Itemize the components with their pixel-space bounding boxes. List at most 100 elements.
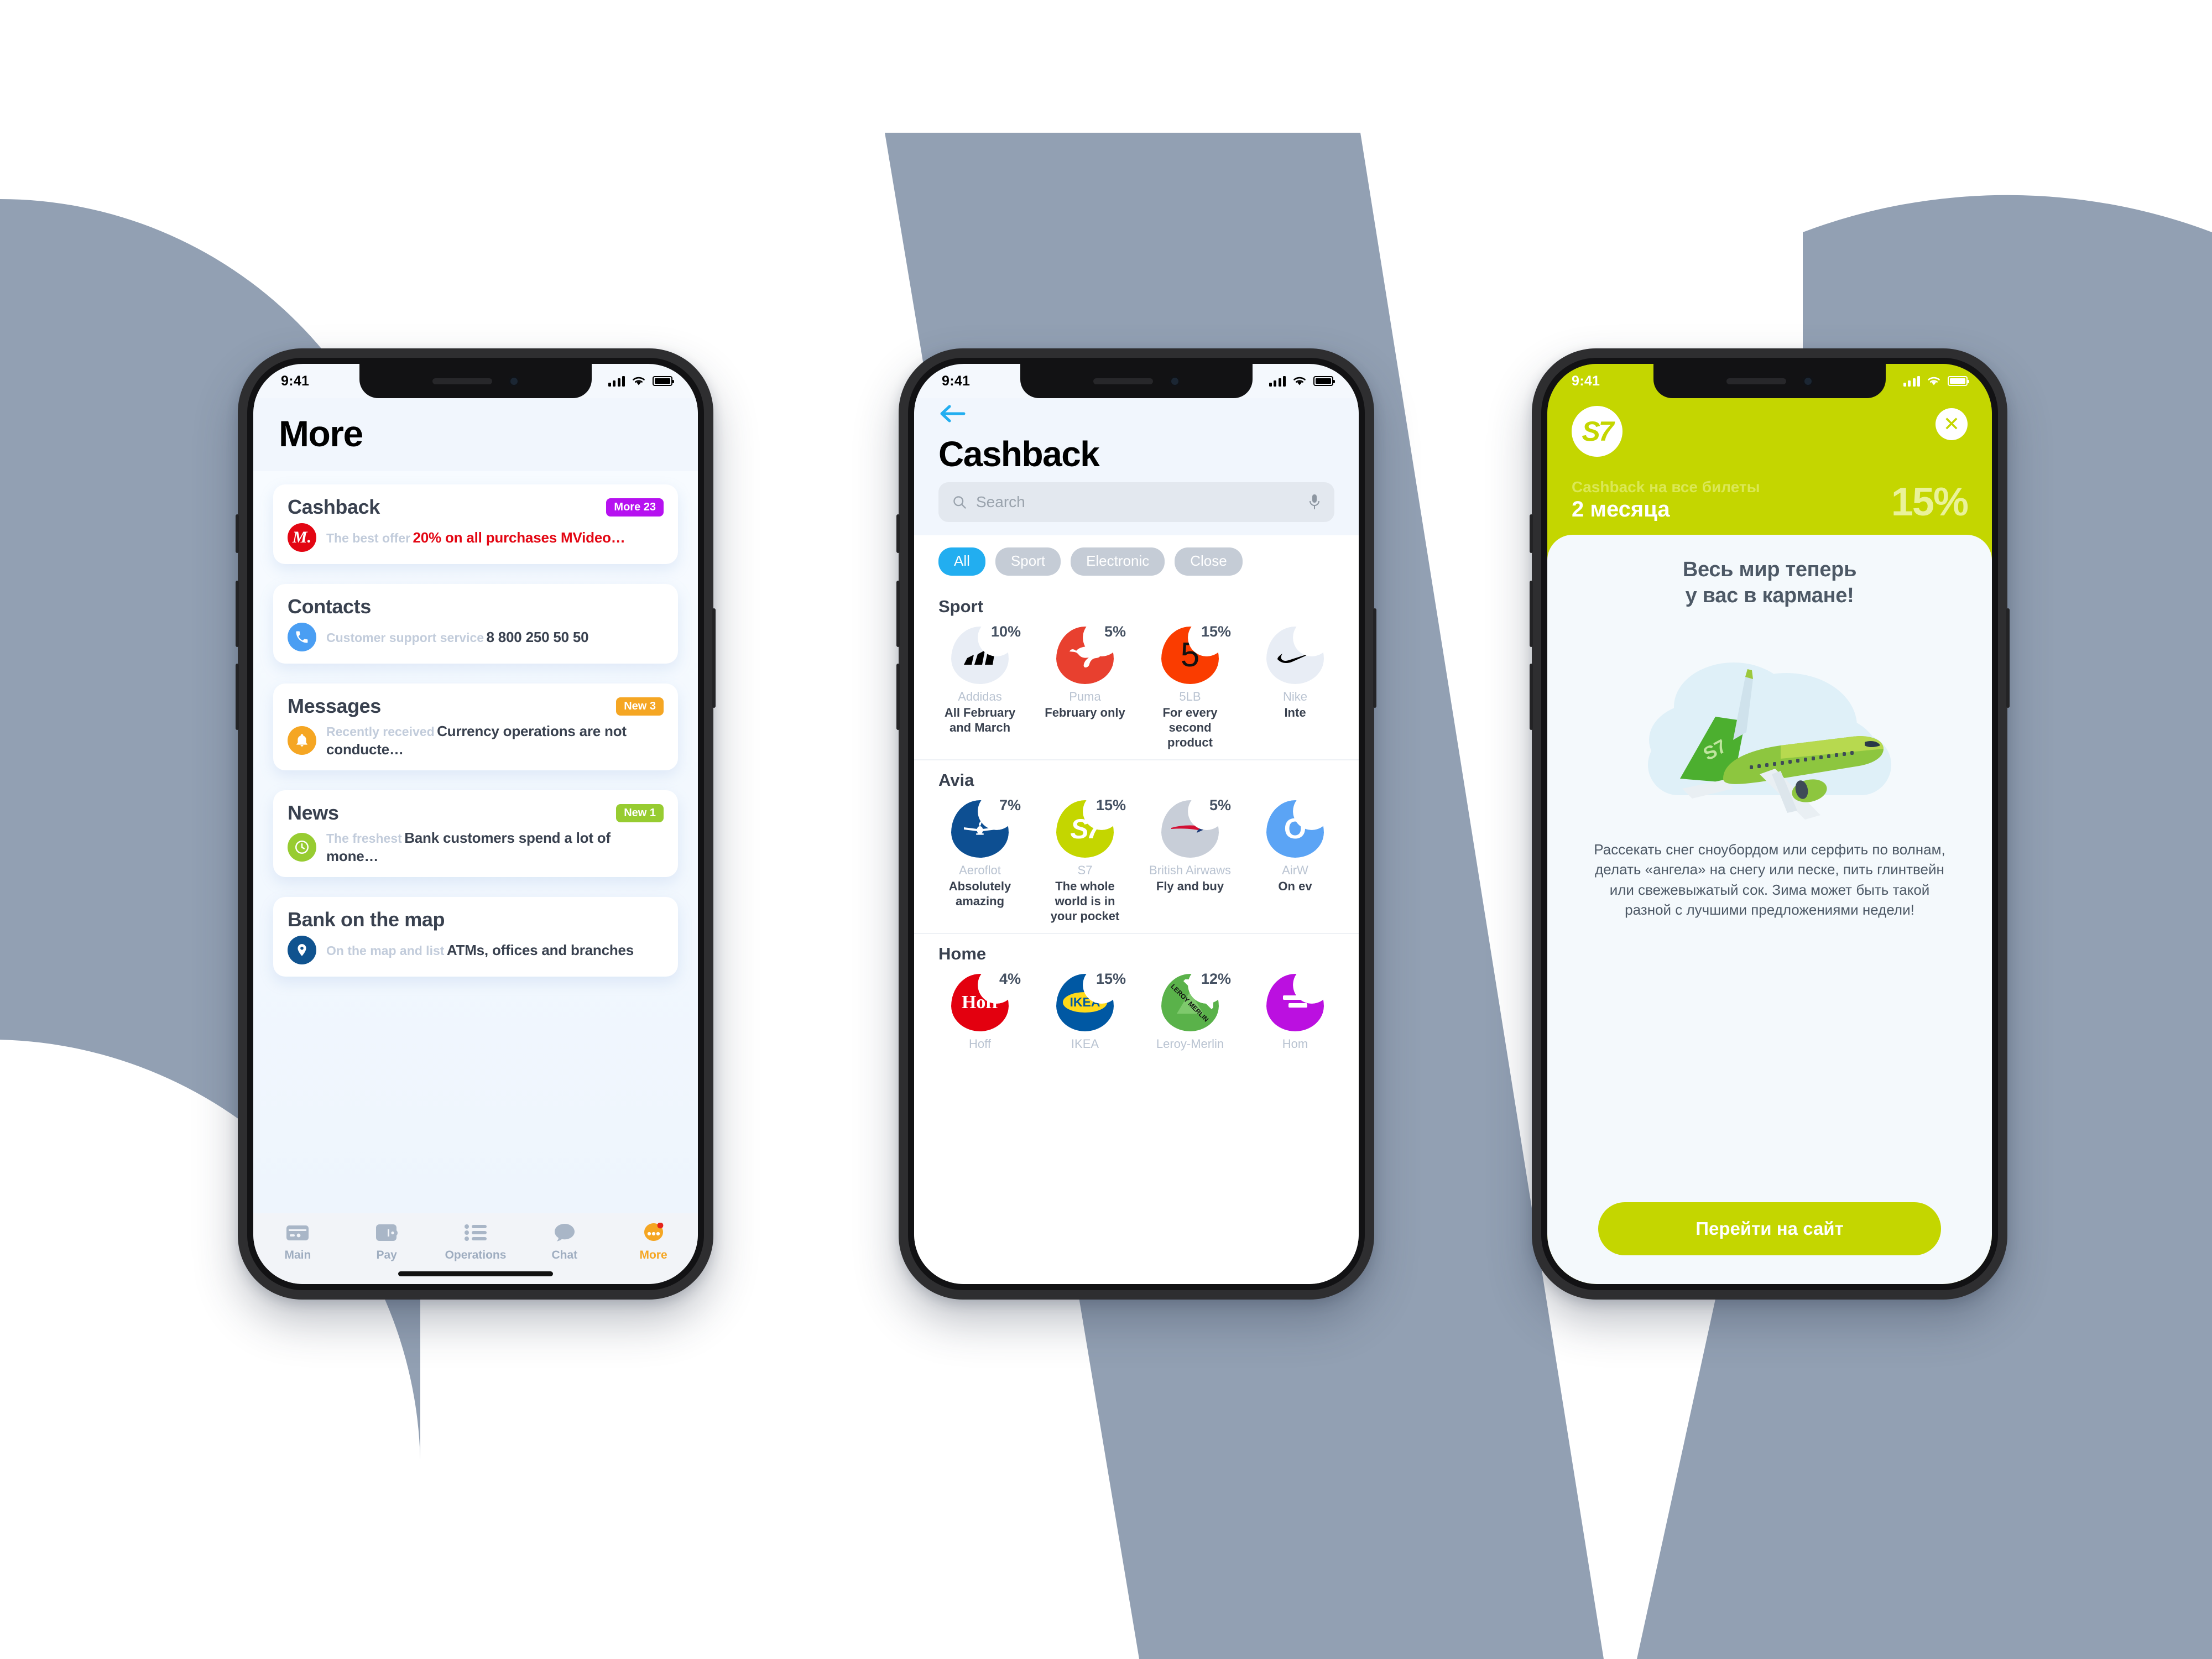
front-camera [508, 375, 519, 387]
merchant-name: Leroy-Merlin [1156, 1036, 1224, 1051]
card-title: Cashback [288, 495, 380, 518]
list-item[interactable]: Messages New 3 Recently received Currenc… [273, 684, 678, 770]
wifi-icon [1293, 377, 1306, 385]
card-detail: 20% on all purchases MVideo… [413, 529, 625, 546]
clock-icon [288, 832, 316, 862]
more-dots-icon [643, 1221, 664, 1244]
go-to-site-button[interactable]: Перейти на сайт [1598, 1202, 1941, 1255]
close-icon[interactable]: ✕ [1936, 408, 1968, 440]
card-subtitle: The best offer [326, 530, 411, 545]
section-avia: Avia 7% Aeroflot Absolutely amazing S7 1… [914, 759, 1359, 933]
cashback-percent: 10% [990, 623, 1021, 640]
search-input[interactable]: Search [938, 482, 1334, 522]
merchant-offer: February only [1045, 706, 1125, 720]
merchant-tile[interactable]: Hoff 4% Hoff [938, 971, 1021, 1053]
s7-logo: S7 [1572, 406, 1623, 457]
map-pin-icon [288, 936, 316, 964]
phone-more-screen: 9:41 More Cashback More 23 M. The best o… [236, 348, 716, 1300]
cellular-signal-icon [1269, 375, 1286, 387]
cashback-percent: 5% [1104, 623, 1126, 640]
british-airways-logo: 5% [1161, 797, 1231, 858]
merchant-name: 5LB [1179, 690, 1201, 703]
list-item[interactable]: News New 1 The freshest Bank customers s… [273, 790, 678, 877]
cellular-signal-icon [1903, 375, 1920, 387]
merchant-tile[interactable]: S7 15% S7 The whole world is in your poc… [1044, 796, 1126, 924]
tab-label: Operations [445, 1249, 507, 1261]
puma-logo: 5% [1056, 623, 1126, 684]
chip-electronic[interactable]: Electronic [1071, 547, 1165, 576]
merchant-tile[interactable]: 7% Aeroflot Absolutely amazing [938, 797, 1021, 924]
merchant-offer: On ev [1278, 879, 1312, 894]
merchant-tile[interactable]: 10% Addidas All February and March [938, 623, 1021, 750]
promo-sheet: Весь мир теперь у вас в кармане! S7 Расс… [1547, 534, 1992, 1284]
cashback-percent: 15% [1095, 796, 1126, 813]
status-badge: New 1 [616, 804, 664, 822]
chip-close[interactable]: Close [1175, 547, 1243, 576]
search-icon [953, 496, 966, 509]
tab-chat[interactable]: Chat [520, 1221, 609, 1262]
merchant-name: AirW [1282, 863, 1308, 877]
section-sport: Sport 10% Addidas All February and March [914, 587, 1359, 759]
section-title: Sport [938, 597, 983, 616]
phone-icon [288, 623, 316, 651]
device-notch [1653, 364, 1886, 398]
search-placeholder: Search [976, 493, 1025, 510]
phone-cashback-screen: 9:41 Cashback Search All Sport Electroni… [896, 348, 1376, 1300]
merchant-tile[interactable]: IKEA 15% IKEA [1044, 970, 1126, 1053]
card-title: Contacts [288, 595, 371, 618]
merchant-name: IKEA [1071, 1036, 1099, 1051]
merchant-offer: For every second product [1162, 706, 1218, 750]
merchant-name: S7 [1077, 863, 1093, 877]
list-item[interactable]: Contacts Customer support service 8 800 … [273, 584, 678, 664]
merchant-tile[interactable]: Nike Inte [1254, 627, 1337, 750]
card-detail: ATMs, offices and branches [446, 941, 634, 958]
bell-icon [288, 726, 316, 755]
tab-more[interactable]: More [609, 1221, 698, 1262]
cashback-percent: 12% [1201, 970, 1231, 987]
promo-eyebrow: Cashback на все билеты [1572, 478, 1760, 495]
earpiece-speaker [432, 378, 492, 384]
card-title: News [288, 801, 339, 824]
page-header: More [253, 398, 698, 471]
section-title: Home [938, 943, 987, 963]
chip-all[interactable]: All [938, 547, 985, 576]
chip-sport[interactable]: Sport [995, 547, 1061, 576]
card-subtitle: The freshest [326, 831, 402, 846]
airways-logo: O [1266, 800, 1324, 858]
card-subtitle: Customer support service [326, 630, 484, 645]
s7-logo-text: S7 [1582, 416, 1614, 447]
aeroflot-logo: 7% [951, 797, 1021, 858]
page-title: Cashback [938, 434, 1100, 474]
merchant-name: Nike [1282, 690, 1307, 703]
list-item[interactable]: Bank on the map On the map and list ATMs… [273, 897, 678, 977]
cashback-percent: 15% [1095, 970, 1126, 987]
home-indicator[interactable] [398, 1271, 553, 1276]
mvideo-logo: M. [288, 523, 316, 552]
cashback-percent: 15% [1201, 623, 1231, 640]
s7-airplane-illustration: S7 [1576, 613, 1963, 834]
front-camera [1802, 375, 1813, 387]
promo-body-text: Рассекать снег сноубордом или серфить по… [1594, 841, 1945, 918]
tab-label: Chat [551, 1249, 578, 1261]
card-title: Messages [288, 695, 381, 717]
chat-bubble-icon [554, 1221, 575, 1244]
microphone-icon[interactable] [1308, 494, 1321, 510]
category-filter-chips: All Sport Electronic Close [914, 535, 1359, 587]
merchant-tile[interactable]: LEROY MERLIN 12% Leroy-Merlin [1149, 970, 1232, 1053]
merchant-tile[interactable]: 5% Puma February only [1044, 623, 1126, 750]
merchant-tile[interactable]: 5 15% 5LB For every second product [1149, 623, 1232, 750]
list-item[interactable]: Cashback More 23 M. The best offer 20% o… [273, 484, 678, 564]
merchant-name: British Airwaws [1149, 863, 1231, 877]
merchant-tile[interactable]: O AirW On ev [1254, 800, 1337, 924]
status-time: 9:41 [942, 373, 971, 389]
tab-operations[interactable]: Operations [431, 1221, 520, 1262]
card-title: Bank on the map [288, 908, 445, 931]
battery-icon [1313, 376, 1335, 386]
merchant-tile[interactable]: 5% British Airwaws Fly and buy [1149, 797, 1232, 924]
merchant-tile[interactable]: Hom [1254, 973, 1337, 1053]
status-badge: More 23 [606, 498, 664, 517]
tab-main[interactable]: Main [253, 1221, 342, 1262]
wifi-icon [633, 377, 645, 385]
arrow-left-icon[interactable] [938, 403, 1334, 428]
tab-pay[interactable]: Pay [342, 1221, 431, 1262]
